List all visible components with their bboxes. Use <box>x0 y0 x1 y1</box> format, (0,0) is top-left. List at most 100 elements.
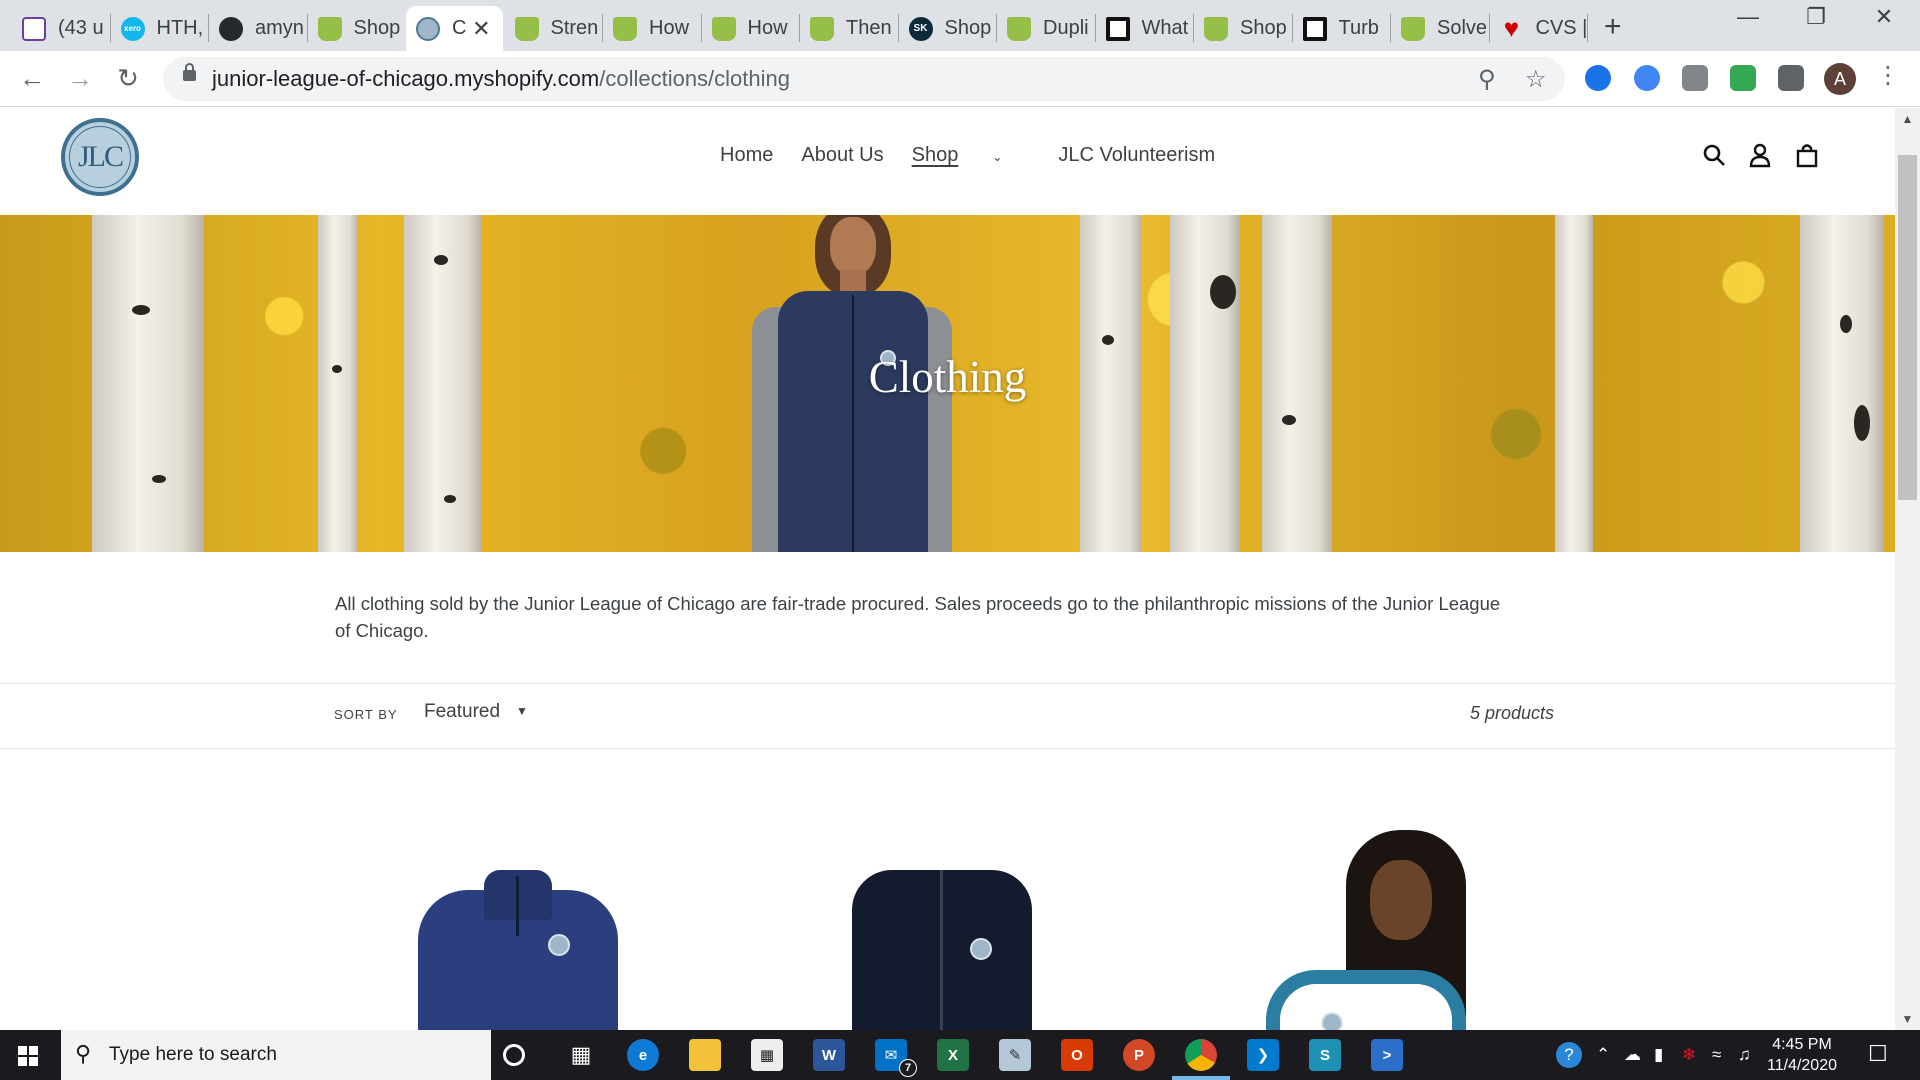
url-text[interactable]: junior-league-of-chicago.myshopify.com/c… <box>212 66 790 92</box>
close-window-button[interactable]: ✕ <box>1854 4 1914 30</box>
tray-chevron-icon[interactable]: ⌃ <box>1596 1045 1610 1065</box>
browser-tab[interactable]: (43 u <box>12 6 109 51</box>
jlc-logo[interactable]: JLC <box>61 118 139 196</box>
browser-tab[interactable]: Dupli <box>997 6 1094 51</box>
nav-about-us[interactable]: About Us <box>801 144 883 167</box>
shopify-icon <box>514 16 539 41</box>
product-card-raglan-tee[interactable] <box>1266 830 1526 1030</box>
location-extension-icon[interactable] <box>1634 65 1660 91</box>
address-bar[interactable]: junior-league-of-chicago.myshopify.com/c… <box>163 57 1565 101</box>
reload-button[interactable]: ↻ <box>110 63 146 94</box>
windows-start-icon[interactable] <box>18 1046 38 1066</box>
tab-title: Stren <box>550 17 599 39</box>
collection-title: Clothing <box>868 352 1027 402</box>
word-icon[interactable]: W <box>813 1039 845 1071</box>
scrollbar-thumb[interactable] <box>1898 155 1917 500</box>
vscode-icon[interactable]: ❯ <box>1247 1039 1279 1071</box>
flag-extension-icon[interactable] <box>1682 65 1708 91</box>
jlc-badge-icon <box>970 938 992 960</box>
browser-tab[interactable]: Shop <box>1194 6 1291 51</box>
browser-tab[interactable]: Stren <box>505 6 602 51</box>
collection-description: All clothing sold by the Junior League o… <box>335 593 1501 641</box>
app-icon[interactable]: S <box>1309 1039 1341 1071</box>
office-icon[interactable]: O <box>1061 1039 1093 1071</box>
volume-icon[interactable]: ♫ <box>1738 1045 1751 1065</box>
task-view-icon[interactable]: ▦ <box>565 1039 597 1071</box>
notifications-icon[interactable]: ☐ <box>1868 1041 1888 1067</box>
tab-strip: (43 u xero HTH, amyn Shop C ✕ Stren How How Then SK… <box>0 0 1920 51</box>
browser-tab[interactable]: SK Shop <box>899 6 996 51</box>
product-card-quarter-zip[interactable] <box>398 830 658 1030</box>
store-icon[interactable]: ▦ <box>751 1039 783 1071</box>
paint-icon[interactable]: ✎ <box>999 1039 1031 1071</box>
back-button[interactable]: ← <box>14 63 50 94</box>
browser-tab[interactable]: Shop <box>308 6 405 51</box>
tab-title: Turb <box>1338 17 1379 39</box>
profile-avatar[interactable]: A <box>1824 63 1856 95</box>
tab-title: CVS | <box>1535 17 1586 39</box>
onedrive-icon[interactable]: ☁ <box>1624 1045 1641 1065</box>
tab-title: amyn <box>255 17 304 39</box>
jlc-icon <box>416 16 440 41</box>
browser-tab[interactable]: ♥ CVS | <box>1490 6 1587 51</box>
taskbar-clock[interactable]: 4:45 PM 11/4/2020 <box>1762 1034 1842 1076</box>
file-explorer-icon[interactable] <box>689 1039 721 1071</box>
account-icon[interactable] <box>1747 142 1773 168</box>
restore-button[interactable]: ❐ <box>1786 4 1846 30</box>
chrome-icon[interactable] <box>1185 1039 1217 1071</box>
heart-icon: ♥ <box>1503 13 1520 43</box>
shield-extension-icon[interactable] <box>1585 65 1611 91</box>
mail-badge: 7 <box>899 1059 917 1077</box>
browser-menu-icon[interactable]: ⋮ <box>1876 61 1900 90</box>
browser-tab[interactable]: Turb <box>1293 6 1390 51</box>
nav-volunteerism[interactable]: JLC Volunteerism <box>1058 144 1215 167</box>
edge-icon[interactable]: e <box>627 1039 659 1071</box>
close-tab-icon[interactable]: ✕ <box>472 16 490 42</box>
wifi-icon[interactable]: ≈ <box>1712 1045 1721 1065</box>
glasses-extension-icon[interactable] <box>1730 65 1756 91</box>
tab-title: Shop <box>353 17 401 39</box>
scroll-up-arrow[interactable]: ▲ <box>1898 112 1917 126</box>
powershell-icon[interactable]: > <box>1371 1039 1403 1071</box>
jlc-badge-icon <box>1321 1012 1343 1030</box>
lock-icon[interactable] <box>183 63 196 81</box>
nav-home[interactable]: Home <box>720 144 773 167</box>
nav-shop-label[interactable]: Shop <box>912 144 959 166</box>
taskbar-search[interactable]: ⚲ Type here to search <box>61 1030 491 1080</box>
mail-icon <box>22 16 46 41</box>
browser-tab[interactable]: Then <box>800 6 897 51</box>
browser-toolbar: ← → ↻ junior-league-of-chicago.myshopify… <box>0 51 1920 107</box>
browser-tab[interactable]: How <box>603 6 700 51</box>
bookmark-star-icon[interactable]: ☆ <box>1525 65 1547 94</box>
powerpoint-icon[interactable]: P <box>1123 1039 1155 1071</box>
square-icon <box>1105 16 1130 41</box>
product-card-fleece-vest[interactable] <box>832 830 1092 1030</box>
cortana-icon[interactable] <box>503 1044 525 1066</box>
puzzle-extensions-icon[interactable] <box>1778 65 1804 91</box>
zoom-icon[interactable]: ⚲ <box>1478 65 1496 94</box>
scroll-down-arrow[interactable]: ▼ <box>1898 1012 1917 1026</box>
browser-tab[interactable]: amyn <box>209 6 306 51</box>
new-tab-button[interactable]: + <box>1604 10 1622 44</box>
excel-icon[interactable]: X <box>937 1039 969 1071</box>
minimize-button[interactable]: — <box>1718 4 1778 30</box>
help-icon[interactable]: ? <box>1556 1042 1582 1068</box>
sort-select[interactable]: Featured ▼ <box>424 701 528 723</box>
browser-tab[interactable]: How <box>702 6 799 51</box>
app-tray-icon[interactable]: ❄ <box>1682 1045 1696 1065</box>
nav-shop[interactable]: Shop ⌄ <box>912 144 1031 167</box>
shopify-icon <box>1204 16 1228 41</box>
taskbar-search-placeholder: Type here to search <box>109 1044 277 1065</box>
browser-tab[interactable]: xero HTH, <box>111 6 208 51</box>
cart-icon[interactable] <box>1794 142 1820 168</box>
battery-icon[interactable]: ▮ <box>1654 1045 1663 1065</box>
product-count: 5 products <box>1470 703 1555 723</box>
search-icon[interactable] <box>1701 142 1727 168</box>
tab-title: Then <box>846 17 892 39</box>
browser-tab[interactable]: C ✕ <box>406 6 503 51</box>
site-header: JLC Home About Us Shop ⌄ JLC Volunteerism <box>0 108 1895 215</box>
browser-tab[interactable]: What <box>1096 6 1193 51</box>
browser-tab[interactable]: Solve <box>1391 6 1488 51</box>
collection-hero: Clothing <box>0 215 1895 552</box>
forward-button[interactable]: → <box>62 63 98 94</box>
